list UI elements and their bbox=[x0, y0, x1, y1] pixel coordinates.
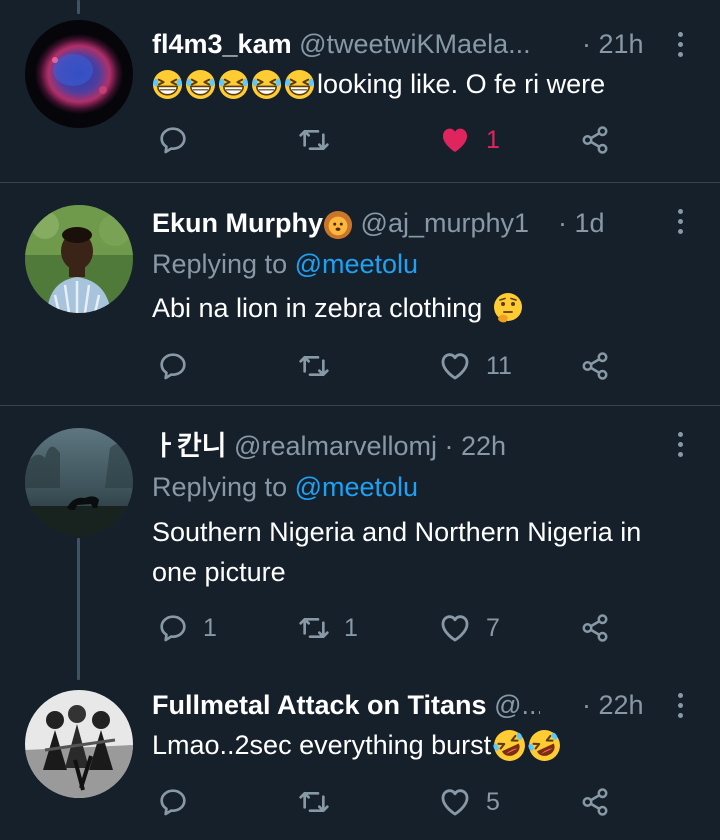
reply-icon bbox=[157, 350, 189, 382]
tweet-header: ㅏ칸니 @realmarvellomj · 22h bbox=[152, 426, 640, 466]
more-options-icon[interactable] bbox=[668, 201, 692, 241]
tweet-4[interactable]: Fullmetal Attack on Titans @... · 22h Lm… bbox=[0, 668, 720, 840]
user-handle[interactable]: @realmarvellomj bbox=[234, 431, 437, 461]
tweet-text: looking like. O fe ri were bbox=[152, 64, 696, 104]
reply-button[interactable] bbox=[157, 782, 203, 822]
share-button[interactable] bbox=[580, 120, 610, 160]
tweet-3[interactable]: ㅏ칸니 @realmarvellomj · 22h Replying to @m… bbox=[0, 406, 720, 668]
tweet-1[interactable]: fl4m3_kam @tweetwiKMaela... · 21h lookin… bbox=[0, 0, 720, 182]
more-options-icon[interactable] bbox=[668, 424, 692, 464]
man-portrait-avatar-image bbox=[25, 205, 133, 313]
heart-icon bbox=[438, 785, 472, 819]
grinning-squinting-face-emoji bbox=[152, 69, 315, 100]
share-button[interactable] bbox=[580, 608, 610, 648]
reply-button[interactable]: 1 bbox=[157, 608, 217, 648]
like-button[interactable]: 1 bbox=[438, 120, 500, 160]
timestamp[interactable]: · 22h bbox=[582, 685, 644, 725]
more-options-icon[interactable] bbox=[668, 685, 692, 725]
like-count: 5 bbox=[486, 787, 500, 816]
display-name[interactable]: Ekun Murphy bbox=[152, 208, 323, 238]
avatar[interactable] bbox=[25, 205, 133, 313]
timestamp[interactable]: · 22h bbox=[445, 431, 507, 461]
tweet-text-body: looking like. O fe ri were bbox=[317, 69, 606, 99]
tweet-header: fl4m3_kam @tweetwiKMaela... bbox=[152, 24, 640, 64]
share-icon bbox=[580, 351, 610, 381]
retweet-icon bbox=[298, 612, 330, 644]
display-name[interactable]: fl4m3_kam bbox=[152, 29, 292, 59]
tweet-header: Fullmetal Attack on Titans @... bbox=[152, 685, 540, 725]
nebula-avatar-image bbox=[25, 20, 133, 128]
retweet-icon bbox=[298, 350, 330, 382]
replying-to-label: Replying to bbox=[152, 249, 288, 279]
reply-count: 1 bbox=[203, 613, 217, 642]
tweet-header: Ekun Murphy @aj_murphy1 bbox=[152, 203, 540, 243]
like-button[interactable]: 5 bbox=[438, 782, 500, 822]
display-name[interactable]: ㅏ칸니 bbox=[152, 431, 227, 461]
replying-to: Replying to @meetolu bbox=[152, 244, 418, 284]
tweet-actions: 1 1 7 bbox=[0, 608, 720, 648]
like-count: 11 bbox=[486, 351, 512, 380]
retweet-button[interactable] bbox=[298, 120, 344, 160]
tweet-text: Abi na lion in zebra clothing bbox=[152, 288, 696, 328]
panther-fog-avatar-image bbox=[25, 428, 133, 536]
tweet-text-body: Abi na lion in zebra clothing bbox=[152, 293, 483, 323]
retweet-count: 1 bbox=[344, 613, 358, 642]
tweet-text: Lmao..2sec everything burst bbox=[152, 725, 696, 765]
user-handle[interactable]: @aj_murphy1 bbox=[361, 208, 530, 238]
share-icon bbox=[580, 613, 610, 643]
mention-link[interactable]: @meetolu bbox=[295, 249, 418, 279]
display-name[interactable]: Fullmetal Attack on Titans bbox=[152, 690, 487, 720]
more-options-icon[interactable] bbox=[668, 24, 692, 64]
share-button[interactable] bbox=[580, 782, 610, 822]
share-icon bbox=[580, 125, 610, 155]
reply-button[interactable] bbox=[157, 346, 203, 386]
avatar[interactable] bbox=[25, 428, 133, 536]
timestamp[interactable]: · 21h bbox=[582, 24, 644, 64]
share-button[interactable] bbox=[580, 346, 610, 386]
reply-icon bbox=[157, 612, 189, 644]
like-button[interactable]: 11 bbox=[438, 346, 512, 386]
tweet-actions: 11 bbox=[0, 346, 720, 386]
mention-link[interactable]: @meetolu bbox=[295, 472, 418, 502]
retweet-button[interactable]: 1 bbox=[298, 608, 358, 648]
tweet-text-line-2: one picture bbox=[152, 557, 286, 587]
like-count: 7 bbox=[486, 613, 500, 642]
like-button[interactable]: 7 bbox=[438, 608, 500, 648]
tweet-text-body: Lmao..2sec everything burst bbox=[152, 730, 492, 760]
share-icon bbox=[580, 787, 610, 817]
user-handle[interactable]: @... bbox=[494, 690, 540, 720]
avatar[interactable] bbox=[25, 20, 133, 128]
like-count: 1 bbox=[486, 125, 500, 154]
heart-icon bbox=[438, 349, 472, 383]
reply-icon bbox=[157, 124, 189, 156]
tweet-2[interactable]: Ekun Murphy @aj_murphy1 · 1d Replying to… bbox=[0, 183, 720, 405]
tweet-text-line-1: Southern Nigeria and Northern Nigeria in bbox=[152, 517, 642, 547]
retweet-icon bbox=[298, 124, 330, 156]
heart-icon bbox=[438, 611, 472, 645]
reply-button[interactable] bbox=[157, 120, 203, 160]
tweet-actions: 1 bbox=[0, 120, 720, 160]
heart-filled-icon bbox=[438, 123, 472, 157]
replying-to: Replying to @meetolu bbox=[152, 467, 418, 507]
retweet-icon bbox=[298, 786, 330, 818]
timestamp[interactable]: · 1d bbox=[558, 203, 605, 243]
retweet-button[interactable] bbox=[298, 346, 344, 386]
retweet-button[interactable] bbox=[298, 782, 344, 822]
tweet-text: Southern Nigeria and Northern Nigeria in… bbox=[152, 512, 696, 592]
user-handle[interactable]: @tweetwiKMaela... bbox=[299, 29, 531, 59]
tweet-actions: 5 bbox=[0, 782, 720, 822]
reply-icon bbox=[157, 786, 189, 818]
replying-to-label: Replying to bbox=[152, 472, 288, 502]
rolling-on-floor-laughing-emoji bbox=[493, 729, 561, 762]
thinking-face-icon bbox=[494, 293, 523, 323]
lion-face-icon bbox=[323, 210, 353, 239]
